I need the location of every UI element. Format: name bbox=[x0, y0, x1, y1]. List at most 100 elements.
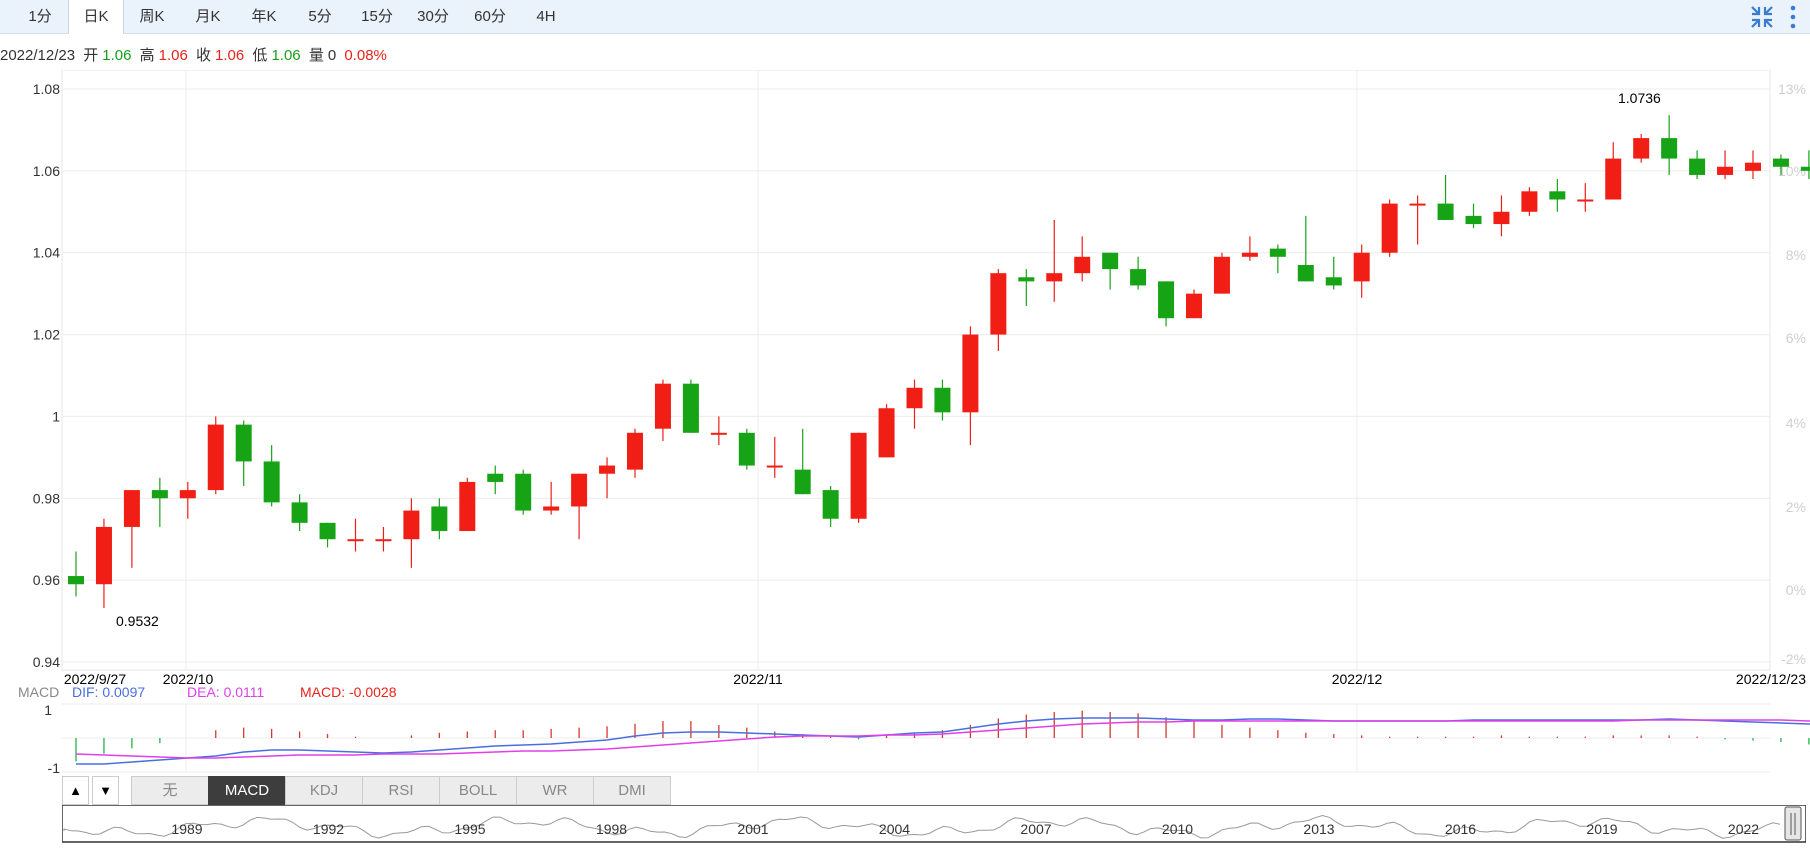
indicator-tab-none[interactable]: 无 bbox=[131, 776, 209, 805]
candle[interactable] bbox=[375, 526, 392, 552]
scroll-down-button[interactable]: ▼ bbox=[92, 776, 119, 805]
candle[interactable] bbox=[95, 518, 112, 608]
tab-weekly-k[interactable]: 周K bbox=[128, 0, 176, 33]
tab-monthly-k[interactable]: 月K bbox=[184, 0, 232, 33]
candle[interactable] bbox=[822, 486, 839, 527]
candle[interactable] bbox=[235, 420, 252, 487]
candle[interactable] bbox=[1102, 252, 1119, 290]
candle[interactable] bbox=[627, 428, 643, 478]
candle[interactable] bbox=[878, 404, 895, 458]
high-value: 1.06 bbox=[158, 47, 188, 64]
navigator-year-label: 2004 bbox=[879, 821, 910, 837]
tab-1min[interactable]: 1分 bbox=[18, 0, 62, 33]
indicator-tab-boll[interactable]: BOLL bbox=[439, 776, 517, 805]
range-navigator[interactable]: 1989 1992 1995 1998 2001 2004 2007 2010 2013 2016… bbox=[62, 805, 1806, 843]
collapse-icon[interactable] bbox=[1749, 4, 1775, 30]
period-tab-bar: 1分 日K 周K 月K 年K 5分 15分 30分 60分 4H bbox=[0, 0, 1810, 34]
scroll-up-button[interactable]: ▲ bbox=[62, 776, 89, 805]
candle[interactable] bbox=[1493, 195, 1510, 237]
dea-label: DEA: 0.0111 bbox=[187, 684, 265, 700]
candle[interactable] bbox=[1717, 150, 1734, 180]
candle[interactable] bbox=[347, 518, 364, 552]
candle[interactable] bbox=[654, 379, 671, 441]
macd-tick-bottom: -1 bbox=[48, 760, 61, 774]
candle[interactable] bbox=[1465, 203, 1482, 229]
tab-60min[interactable]: 60分 bbox=[464, 0, 516, 33]
candle[interactable] bbox=[403, 498, 420, 568]
candle[interactable] bbox=[1689, 150, 1706, 180]
candle[interactable] bbox=[319, 522, 336, 548]
navigator-year-label: 2019 bbox=[1586, 821, 1617, 837]
candle[interactable] bbox=[1018, 269, 1035, 306]
candle[interactable] bbox=[1745, 150, 1761, 180]
candle[interactable] bbox=[599, 457, 616, 499]
candle[interactable] bbox=[1325, 256, 1342, 290]
candle[interactable] bbox=[515, 469, 532, 515]
candle[interactable] bbox=[1074, 236, 1091, 282]
candle[interactable] bbox=[207, 416, 224, 495]
candle[interactable] bbox=[710, 416, 727, 446]
candle[interactable] bbox=[1213, 252, 1230, 294]
more-vertical-icon[interactable] bbox=[1785, 4, 1801, 30]
tab-4h[interactable]: 4H bbox=[524, 0, 568, 33]
candle[interactable] bbox=[682, 379, 699, 433]
tab-daily-k[interactable]: 日K bbox=[68, 0, 124, 34]
candle[interactable] bbox=[1381, 199, 1398, 257]
indicator-tab-macd[interactable]: MACD bbox=[208, 776, 286, 805]
candle[interactable] bbox=[794, 428, 811, 495]
indicator-tab-dmi[interactable]: DMI bbox=[593, 776, 671, 805]
candle[interactable] bbox=[1186, 289, 1202, 319]
candle[interactable] bbox=[1269, 244, 1286, 274]
candle[interactable] bbox=[1297, 215, 1314, 282]
candle[interactable] bbox=[1521, 187, 1538, 216]
high-label: 高 bbox=[139, 47, 155, 64]
indicator-tab-kdj[interactable]: KDJ bbox=[285, 776, 363, 805]
min-price-label: 0.9532 bbox=[116, 613, 159, 629]
candle[interactable] bbox=[934, 379, 951, 421]
open-value: 1.06 bbox=[102, 47, 132, 64]
candle[interactable] bbox=[1633, 134, 1650, 163]
candle[interactable] bbox=[1130, 256, 1147, 290]
candle[interactable] bbox=[1577, 183, 1594, 212]
candle[interactable] bbox=[487, 465, 504, 495]
candle[interactable] bbox=[1549, 179, 1566, 212]
navigator-handle[interactable] bbox=[1784, 806, 1802, 841]
candle[interactable] bbox=[738, 428, 755, 470]
tab-5min[interactable]: 5分 bbox=[296, 0, 344, 33]
tab-yearly-k[interactable]: 年K bbox=[240, 0, 288, 33]
candle[interactable] bbox=[68, 551, 84, 597]
candle[interactable] bbox=[151, 477, 168, 527]
percent-tick-label: 4% bbox=[1786, 415, 1806, 431]
candle[interactable] bbox=[766, 436, 783, 478]
candle[interactable] bbox=[1409, 195, 1426, 245]
candle[interactable] bbox=[1437, 174, 1454, 220]
candle[interactable] bbox=[962, 326, 979, 446]
candle[interactable] bbox=[123, 490, 140, 568]
candle[interactable] bbox=[459, 477, 476, 532]
indicator-tab-wr[interactable]: WR bbox=[516, 776, 594, 805]
price-tick-label: 0.96 bbox=[33, 572, 60, 588]
navigator-year-label: 2016 bbox=[1445, 821, 1476, 837]
price-tick-label: 1 bbox=[52, 408, 60, 424]
candle[interactable] bbox=[850, 432, 867, 523]
candle[interactable] bbox=[431, 498, 448, 540]
candle[interactable] bbox=[990, 269, 1007, 351]
macd-chart[interactable]: MACD DIF: 0.0097 DEA: 0.0111 MACD: -0.00… bbox=[0, 682, 1810, 774]
candle[interactable] bbox=[906, 379, 923, 429]
candle[interactable] bbox=[179, 481, 196, 519]
low-value: 1.06 bbox=[271, 47, 301, 64]
price-tick-label: 1.08 bbox=[33, 81, 60, 97]
candle[interactable] bbox=[1241, 236, 1258, 261]
candle[interactable] bbox=[571, 473, 588, 540]
candle[interactable] bbox=[1661, 115, 1678, 175]
candle[interactable] bbox=[291, 494, 308, 532]
candle[interactable] bbox=[263, 445, 280, 507]
tab-15min[interactable]: 15分 bbox=[352, 0, 402, 33]
candle[interactable] bbox=[1158, 281, 1175, 327]
price-tick-label: 0.98 bbox=[33, 490, 60, 506]
candle[interactable] bbox=[1046, 219, 1063, 302]
candlestick-chart[interactable]: 1.08 1.06 1.04 1.02 1 0.98 0.96 0.94 13% 1 0% 8% 6%… bbox=[0, 70, 1810, 700]
indicator-tab-rsi[interactable]: RSI bbox=[362, 776, 440, 805]
tab-30min[interactable]: 30分 bbox=[408, 0, 458, 33]
candle[interactable] bbox=[1605, 142, 1622, 200]
